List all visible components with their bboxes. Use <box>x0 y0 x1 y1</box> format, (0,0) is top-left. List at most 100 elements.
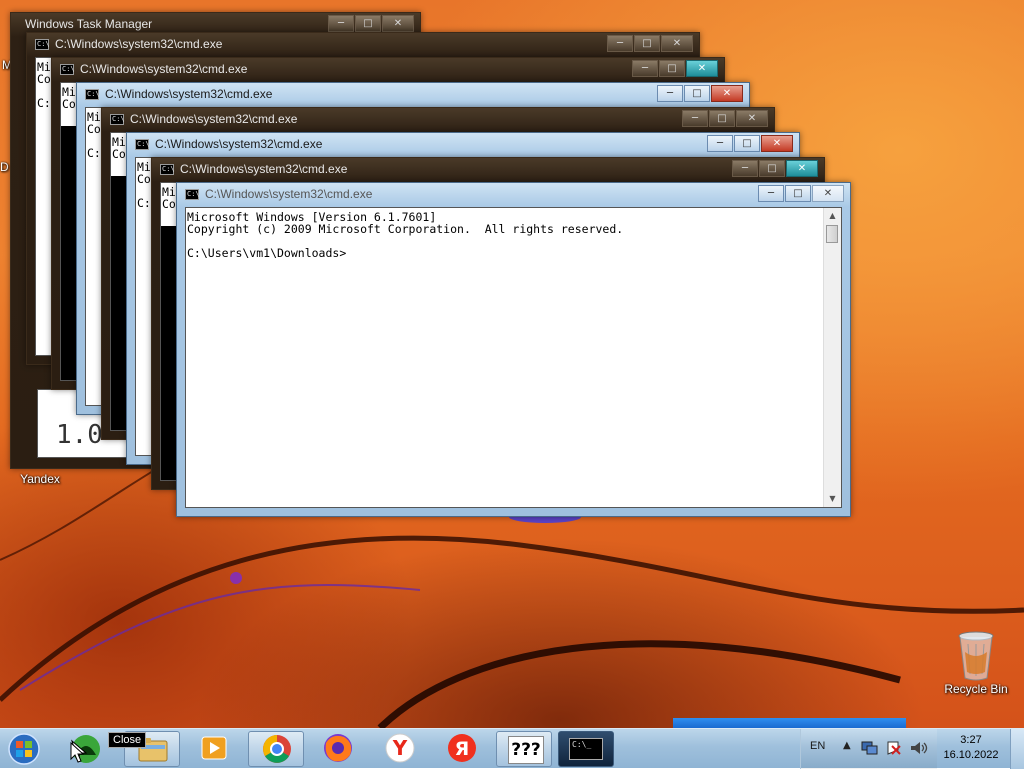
green-app-icon <box>71 735 100 763</box>
maximize-button[interactable]: □ <box>659 60 685 77</box>
clock-time: 3:27 <box>960 734 982 746</box>
desktop-icon-label: Recycle Bin <box>944 682 1008 696</box>
show-hidden-icons-icon[interactable]: ▲ <box>843 740 851 751</box>
volume-icon[interactable] <box>909 740 929 756</box>
close-tooltip: Close <box>108 732 147 748</box>
window-title: Windows Task Manager <box>25 17 153 31</box>
taskbar-media-player[interactable] <box>186 731 242 767</box>
desktop-icon-fragment[interactable]: D <box>0 160 9 174</box>
close-icon: ✕ <box>747 113 757 124</box>
console-text: Mi Co C: <box>86 108 101 159</box>
maximize-button[interactable]: □ <box>634 35 660 52</box>
close-button[interactable]: ✕ <box>736 110 768 127</box>
minimize-button[interactable]: ─ <box>632 60 658 77</box>
taskbar-firefox[interactable] <box>310 731 366 767</box>
system-clock[interactable]: 3:27 16.10.2022 <box>936 733 1006 763</box>
window-title: C:\Windows\system32\cmd.exe <box>80 62 248 76</box>
recycle-bin-icon <box>958 631 994 681</box>
taskbar-chrome[interactable] <box>248 731 304 767</box>
maximize-button[interactable]: □ <box>759 160 785 177</box>
cmd-icon: C:\ <box>85 89 100 100</box>
maximize-button[interactable]: □ <box>709 110 735 127</box>
maximize-icon: □ <box>363 18 373 29</box>
taskbar-green-app[interactable] <box>58 731 114 767</box>
desktop-icon-recycle-bin[interactable]: Recycle Bin <box>940 630 1012 696</box>
window-titlebar[interactable]: C:\ C:\Windows\system32\cmd.exe ─ □ ✕ <box>77 83 749 107</box>
close-icon: ✕ <box>697 63 707 74</box>
taskbar-unknown-app[interactable]: ??? <box>496 731 552 767</box>
close-button[interactable]: ✕ <box>661 35 693 52</box>
maximize-icon: □ <box>742 138 752 149</box>
window-titlebar[interactable]: C:\ C:\Windows\system32\cmd.exe ─ □ ✕ <box>177 183 850 207</box>
console-line: C: <box>37 96 51 110</box>
language-indicator[interactable]: EN <box>810 740 825 752</box>
close-button[interactable]: ✕ <box>761 135 793 152</box>
console-line: C: <box>87 146 101 160</box>
console-line: C: <box>137 196 151 210</box>
action-center-icon[interactable] <box>885 740 903 756</box>
window-titlebar[interactable]: C:\ C:\Windows\system32\cmd.exe ─ □ ✕ <box>102 108 774 132</box>
maximize-icon: □ <box>793 188 803 199</box>
notification-area: EN ▲ <box>800 729 937 769</box>
minimize-icon: ─ <box>616 38 624 49</box>
window-title: C:\Windows\system32\cmd.exe <box>180 162 348 176</box>
close-icon: ✕ <box>393 18 403 29</box>
window-titlebar[interactable]: C:\ C:\Windows\system32\cmd.exe ─ □ ✕ <box>52 58 724 82</box>
window-titlebar[interactable]: C:\ C:\Windows\system32\cmd.exe ─ □ ✕ <box>27 33 699 57</box>
close-icon: ✕ <box>823 188 833 199</box>
minimize-button[interactable]: ─ <box>328 15 354 32</box>
close-icon: ✕ <box>772 138 782 149</box>
window-titlebar[interactable]: C:\ C:\Windows\system32\cmd.exe ─ □ ✕ <box>152 158 824 182</box>
minimize-button[interactable]: ─ <box>657 85 683 102</box>
show-desktop-button[interactable] <box>1010 729 1024 769</box>
maximize-button[interactable]: □ <box>684 85 710 102</box>
console-text: Microsoft Windows [Version 6.1.7601] Copy… <box>186 208 623 259</box>
maximize-icon: □ <box>767 163 777 174</box>
minimize-icon: ─ <box>691 113 699 124</box>
taskbar-yandex-browser[interactable]: Я <box>434 731 490 767</box>
window-controls: ─ □ ✕ <box>631 60 718 77</box>
desktop[interactable]: D M Yandex Recycle Bin Windows Task Mana… <box>0 0 1024 728</box>
close-button[interactable]: ✕ <box>382 15 414 32</box>
minimize-button[interactable]: ─ <box>707 135 733 152</box>
minimize-icon: ─ <box>337 18 345 29</box>
close-icon: ✕ <box>722 88 732 99</box>
cmd-icon: C:\ <box>135 139 150 150</box>
taskbar-cmd[interactable]: C:\_ <box>558 731 614 767</box>
maximize-button[interactable]: □ <box>355 15 381 32</box>
console-line: C:\Users\vm1\Downloads> <box>187 246 347 260</box>
window-cmd-front[interactable]: C:\ C:\Windows\system32\cmd.exe ─ □ ✕ Mi… <box>176 182 851 517</box>
desktop-icon-yandex[interactable]: Yandex <box>14 472 66 486</box>
network-icon[interactable] <box>861 740 879 756</box>
minimize-button[interactable]: ─ <box>607 35 633 52</box>
desktop-icon-label: Yandex <box>20 472 60 486</box>
window-title: C:\Windows\system32\cmd.exe <box>105 87 273 101</box>
scroll-down-icon[interactable]: ▼ <box>824 491 841 507</box>
minimize-button[interactable]: ─ <box>682 110 708 127</box>
console-text: Mi Co C: <box>136 158 151 209</box>
start-button[interactable] <box>4 731 50 767</box>
maximize-button[interactable]: □ <box>785 185 811 202</box>
window-title: C:\Windows\system32\cmd.exe <box>55 37 223 51</box>
unknown-app-icon: ??? <box>508 736 544 764</box>
yandex-browser-icon: Я <box>448 734 476 762</box>
preview-strip <box>673 718 906 728</box>
scroll-thumb[interactable] <box>826 225 838 243</box>
scroll-up-icon[interactable]: ▲ <box>824 208 841 224</box>
window-controls: ─ □ ✕ <box>327 15 414 32</box>
taskbar-yandex[interactable]: Y <box>372 731 428 767</box>
mouse-cursor-icon <box>70 742 84 763</box>
window-controls: ─ □ ✕ <box>656 85 743 102</box>
close-button[interactable]: ✕ <box>786 160 818 177</box>
yandex-browser-letter: Я <box>455 738 470 760</box>
window-titlebar[interactable]: C:\ C:\Windows\system32\cmd.exe ─ □ ✕ <box>127 133 799 157</box>
console-area[interactable]: Microsoft Windows [Version 6.1.7601] Copy… <box>185 207 842 508</box>
minimize-button[interactable]: ─ <box>758 185 784 202</box>
vertical-scrollbar[interactable]: ▲ ▼ <box>823 208 841 507</box>
maximize-button[interactable]: □ <box>734 135 760 152</box>
close-button[interactable]: ✕ <box>711 85 743 102</box>
close-button[interactable]: ✕ <box>686 60 718 77</box>
close-button[interactable]: ✕ <box>812 185 844 202</box>
maximize-icon: □ <box>667 63 677 74</box>
minimize-button[interactable]: ─ <box>732 160 758 177</box>
